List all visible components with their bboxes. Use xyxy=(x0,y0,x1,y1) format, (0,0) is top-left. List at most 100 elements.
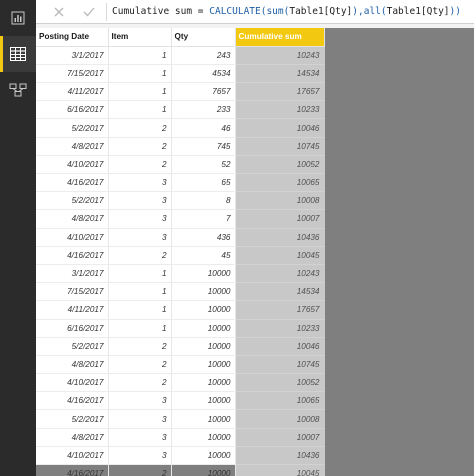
cell-posting-date[interactable]: 4/10/2017 xyxy=(36,228,109,247)
table-row[interactable]: 5/2/2017 2 46 10046 xyxy=(36,118,325,138)
column-header-qty[interactable]: Qty xyxy=(171,28,236,47)
table-row[interactable]: 4/10/2017 2 52 10052 xyxy=(36,155,325,175)
cell-cumulative-sum[interactable]: 10052 xyxy=(235,373,325,393)
cell-posting-date[interactable]: 7/15/2017 xyxy=(36,64,109,84)
table-row[interactable]: 4/8/2017 2 10000 10745 xyxy=(36,355,325,375)
cell-item[interactable]: 1 xyxy=(108,100,172,120)
cell-qty[interactable]: 745 xyxy=(171,137,236,156)
cell-cumulative-sum[interactable]: 10436 xyxy=(235,228,325,247)
cell-item[interactable]: 1 xyxy=(108,300,172,320)
cell-cumulative-sum[interactable]: 10045 xyxy=(235,464,325,476)
cell-item[interactable]: 3 xyxy=(108,391,172,411)
cell-cumulative-sum[interactable]: 10008 xyxy=(235,191,325,211)
cell-qty[interactable]: 10000 xyxy=(171,409,236,429)
cell-qty[interactable]: 10000 xyxy=(171,337,236,356)
cell-cumulative-sum[interactable]: 10243 xyxy=(235,264,325,284)
cell-item[interactable]: 3 xyxy=(108,428,172,447)
cell-item[interactable]: 2 xyxy=(108,464,172,476)
cell-cumulative-sum[interactable]: 10046 xyxy=(235,118,325,138)
cell-item[interactable]: 1 xyxy=(108,319,172,338)
table-row[interactable]: 5/2/2017 2 10000 10046 xyxy=(36,337,325,356)
commit-formula-button[interactable] xyxy=(74,0,104,24)
cell-cumulative-sum[interactable]: 10045 xyxy=(235,246,325,265)
cell-qty[interactable]: 10000 xyxy=(171,355,236,375)
cell-item[interactable]: 1 xyxy=(108,82,172,102)
table-row[interactable]: 4/10/2017 3 10000 10436 xyxy=(36,446,325,466)
cell-item[interactable]: 2 xyxy=(108,355,172,375)
cell-item[interactable]: 3 xyxy=(108,173,172,193)
table-row[interactable]: 3/1/2017 1 10000 10243 xyxy=(36,264,325,284)
cell-item[interactable]: 2 xyxy=(108,118,172,138)
table-row[interactable]: 7/15/2017 1 4534 14534 xyxy=(36,64,325,84)
cell-posting-date[interactable]: 4/10/2017 xyxy=(36,446,109,466)
cell-posting-date[interactable]: 6/16/2017 xyxy=(36,319,109,338)
cell-qty[interactable]: 10000 xyxy=(171,282,236,302)
cell-cumulative-sum[interactable]: 10007 xyxy=(235,209,325,229)
table-row[interactable]: 4/11/2017 1 10000 17657 xyxy=(36,300,325,320)
formula-input[interactable]: Cumulative sum = CALCULATE(sum(Table1[Qt… xyxy=(112,0,461,24)
cell-item[interactable]: 3 xyxy=(108,446,172,466)
cell-posting-date[interactable]: 6/16/2017 xyxy=(36,100,109,120)
relationships-view-button[interactable] xyxy=(0,72,36,108)
cell-posting-date[interactable]: 5/2/2017 xyxy=(36,409,109,429)
table-row[interactable]: 4/16/2017 3 10000 10065 xyxy=(36,391,325,411)
cell-qty[interactable]: 243 xyxy=(171,46,236,65)
cell-posting-date[interactable]: 4/8/2017 xyxy=(36,428,109,447)
cell-qty[interactable]: 436 xyxy=(171,228,236,247)
cell-item[interactable]: 3 xyxy=(108,228,172,247)
cell-qty[interactable]: 10000 xyxy=(171,373,236,393)
cell-cumulative-sum[interactable]: 10233 xyxy=(235,100,325,120)
cell-cumulative-sum[interactable]: 17657 xyxy=(235,82,325,102)
cell-item[interactable]: 1 xyxy=(108,64,172,84)
cell-cumulative-sum[interactable]: 10008 xyxy=(235,409,325,429)
table-row[interactable]: 5/2/2017 3 8 10008 xyxy=(36,191,325,211)
cell-qty[interactable]: 10000 xyxy=(171,319,236,338)
cell-cumulative-sum[interactable]: 10233 xyxy=(235,319,325,338)
cell-qty[interactable]: 10000 xyxy=(171,300,236,320)
cell-posting-date[interactable]: 4/8/2017 xyxy=(36,137,109,156)
column-header-cumulative-sum[interactable]: Cumulative sum xyxy=(235,28,325,47)
cell-cumulative-sum[interactable]: 14534 xyxy=(235,282,325,302)
table-row[interactable]: 7/15/2017 1 10000 14534 xyxy=(36,282,325,302)
cell-item[interactable]: 1 xyxy=(108,282,172,302)
cell-qty[interactable]: 46 xyxy=(171,118,236,138)
cell-item[interactable]: 3 xyxy=(108,191,172,211)
report-view-button[interactable] xyxy=(0,0,36,36)
cell-posting-date[interactable]: 4/11/2017 xyxy=(36,82,109,102)
cell-qty[interactable]: 10000 xyxy=(171,446,236,466)
cell-qty[interactable]: 10000 xyxy=(171,428,236,447)
cell-qty[interactable]: 10000 xyxy=(171,391,236,411)
cell-qty[interactable]: 8 xyxy=(171,191,236,211)
cell-cumulative-sum[interactable]: 10745 xyxy=(235,355,325,375)
cell-item[interactable]: 1 xyxy=(108,264,172,284)
cell-posting-date[interactable]: 4/10/2017 xyxy=(36,155,109,175)
cell-item[interactable]: 1 xyxy=(108,46,172,65)
table-row[interactable]: 6/16/2017 1 10000 10233 xyxy=(36,319,325,338)
cell-qty[interactable]: 233 xyxy=(171,100,236,120)
cell-qty[interactable]: 65 xyxy=(171,173,236,193)
cell-cumulative-sum[interactable]: 14534 xyxy=(235,64,325,84)
cell-posting-date[interactable]: 4/16/2017 xyxy=(36,246,109,265)
table-row[interactable]: 4/16/2017 2 45 10045 xyxy=(36,246,325,265)
table-row[interactable]: 4/16/2017 2 10000 10045 xyxy=(36,464,325,476)
cell-cumulative-sum[interactable]: 10046 xyxy=(235,337,325,356)
cell-item[interactable]: 2 xyxy=(108,337,172,356)
cell-posting-date[interactable]: 4/16/2017 xyxy=(36,391,109,411)
cell-qty[interactable]: 10000 xyxy=(171,464,236,476)
table-row[interactable]: 6/16/2017 1 233 10233 xyxy=(36,100,325,120)
cell-posting-date[interactable]: 3/1/2017 xyxy=(36,46,109,65)
cell-cumulative-sum[interactable]: 10065 xyxy=(235,173,325,193)
data-view-button[interactable] xyxy=(0,36,36,72)
cell-cumulative-sum[interactable]: 17657 xyxy=(235,300,325,320)
table-row[interactable]: 4/8/2017 3 10000 10007 xyxy=(36,428,325,447)
cell-posting-date[interactable]: 4/8/2017 xyxy=(36,355,109,375)
cell-posting-date[interactable]: 5/2/2017 xyxy=(36,191,109,211)
cell-qty[interactable]: 7657 xyxy=(171,82,236,102)
column-header-posting-date[interactable]: Posting Date xyxy=(36,28,109,47)
cell-item[interactable]: 2 xyxy=(108,155,172,175)
cell-posting-date[interactable]: 3/1/2017 xyxy=(36,264,109,284)
cell-cumulative-sum[interactable]: 10065 xyxy=(235,391,325,411)
cell-cumulative-sum[interactable]: 10745 xyxy=(235,137,325,156)
column-header-item[interactable]: Item xyxy=(108,28,172,47)
cell-item[interactable]: 2 xyxy=(108,137,172,156)
